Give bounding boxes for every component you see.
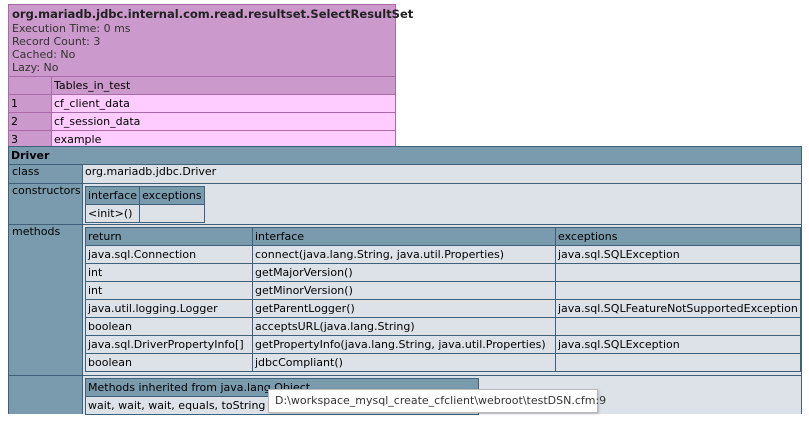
method-interface: getMinorVersion()	[253, 282, 556, 300]
methods-header-return[interactable]: return	[86, 228, 253, 246]
constructors-row: constructors interface exceptions <init>…	[9, 184, 801, 225]
methods-table: return interface exceptions java.sql.Con…	[85, 227, 801, 372]
driver-title[interactable]: Driver	[9, 147, 801, 165]
methods-header-interface[interactable]: interface	[253, 228, 556, 246]
method-return: boolean	[86, 318, 253, 336]
methods-header-row: return interface exceptions	[86, 228, 800, 246]
constructor-interface: <init>()	[86, 205, 141, 222]
method-interface: jdbcCompliant()	[253, 354, 556, 371]
source-path-tooltip: D:\workspace_mysql_create_cfclient\webro…	[268, 389, 606, 413]
row-index[interactable]: 2	[9, 112, 52, 130]
method-exceptions: java.sql.SQLFeatureNotSupportedException	[556, 300, 800, 318]
table-row: <init>()	[86, 205, 204, 222]
class-key[interactable]: class	[9, 165, 83, 183]
methods-row: methods return interface exceptions java…	[9, 225, 801, 376]
method-interface: acceptsURL(java.lang.String)	[253, 318, 556, 336]
row-value: cf_client_data	[52, 94, 395, 112]
method-exceptions	[556, 264, 800, 282]
method-return: java.util.logging.Logger	[86, 300, 253, 318]
constructors-header-exceptions[interactable]: exceptions	[140, 187, 204, 205]
table-row: boolean acceptsURL(java.lang.String)	[86, 318, 800, 336]
table-row: int getMinorVersion()	[86, 282, 800, 300]
row-value: cf_session_data	[52, 112, 395, 130]
query-dump: org.mariadb.jdbc.internal.com.read.resul…	[8, 4, 414, 149]
method-interface: getMajorVersion()	[253, 264, 556, 282]
table-row: 1 cf_client_data	[9, 94, 395, 112]
method-exceptions	[556, 318, 800, 336]
constructors-header-interface[interactable]: interface	[86, 187, 141, 205]
method-interface: getPropertyInfo(java.lang.String, java.u…	[253, 336, 556, 354]
method-return: boolean	[86, 354, 253, 371]
class-value: org.mariadb.jdbc.Driver	[83, 165, 801, 183]
table-row: java.sql.DriverPropertyInfo[] getPropert…	[86, 336, 800, 354]
method-exceptions: java.sql.SQLException	[556, 336, 800, 354]
method-exceptions	[556, 282, 800, 300]
methods-key[interactable]: methods	[9, 225, 83, 375]
query-header[interactable]: org.mariadb.jdbc.internal.com.read.resul…	[9, 5, 414, 76]
method-return: java.sql.Connection	[86, 246, 253, 264]
row-index-header	[9, 76, 52, 94]
constructors-value: interface exceptions <init>()	[83, 184, 801, 224]
column-header-tables-in-test[interactable]: Tables_in_test	[52, 76, 395, 94]
table-row: 2 cf_session_data	[9, 112, 395, 130]
constructors-key[interactable]: constructors	[9, 184, 83, 224]
method-interface: connect(java.lang.String, java.util.Prop…	[253, 246, 556, 264]
query-table: Tables_in_test 1 cf_client_data 2 cf_ses…	[9, 76, 395, 148]
table-row: java.util.logging.Logger getParentLogger…	[86, 300, 800, 318]
method-return: int	[86, 264, 253, 282]
execution-time: Execution Time: 0 ms	[12, 22, 131, 35]
method-exceptions: java.sql.SQLException	[556, 246, 800, 264]
driver-dump: Driver class org.mariadb.jdbc.Driver con…	[8, 146, 802, 415]
constructors-table: interface exceptions <init>()	[85, 186, 205, 223]
method-return: java.sql.DriverPropertyInfo[]	[86, 336, 253, 354]
table-row: int getMajorVersion()	[86, 264, 800, 282]
table-row: java.sql.Connection connect(java.lang.St…	[86, 246, 800, 264]
inherited-key[interactable]	[9, 376, 83, 414]
table-row: boolean jdbcCompliant()	[86, 354, 800, 371]
methods-value: return interface exceptions java.sql.Con…	[83, 225, 801, 375]
constructors-header-row: interface exceptions	[86, 187, 204, 205]
row-index[interactable]: 1	[9, 94, 52, 112]
cached-flag: Cached: No	[12, 48, 76, 61]
record-count: Record Count: 3	[12, 35, 101, 48]
lazy-flag: Lazy: No	[12, 61, 59, 74]
methods-header-exceptions[interactable]: exceptions	[556, 228, 800, 246]
query-column-header-row: Tables_in_test	[9, 76, 395, 94]
method-exceptions	[556, 354, 800, 371]
class-row: class org.mariadb.jdbc.Driver	[9, 165, 801, 184]
method-interface: getParentLogger()	[253, 300, 556, 318]
method-return: int	[86, 282, 253, 300]
constructor-exceptions	[140, 205, 204, 222]
query-title: org.mariadb.jdbc.internal.com.read.resul…	[12, 7, 414, 21]
